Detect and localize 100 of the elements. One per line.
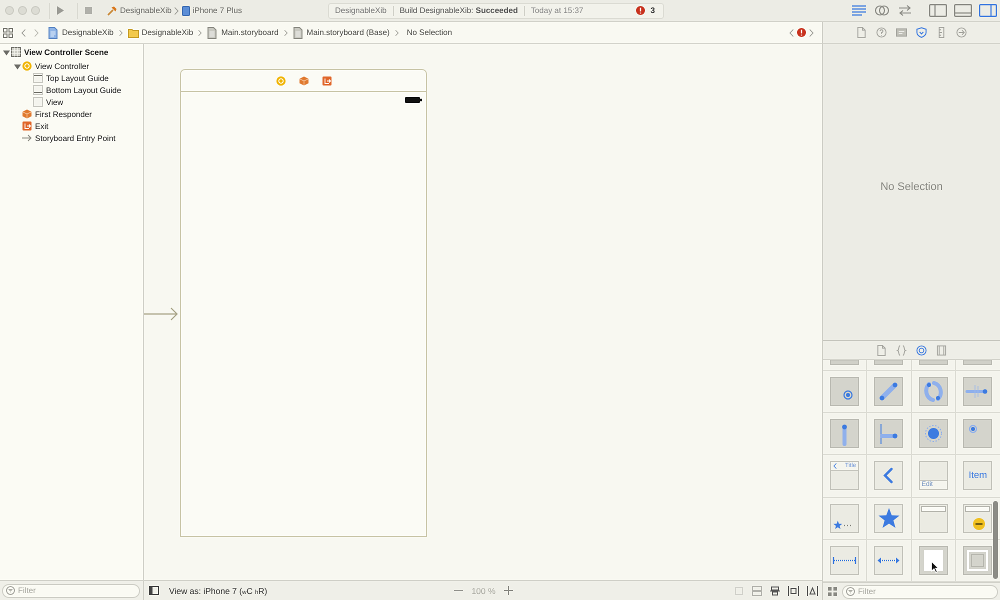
cube-icon <box>22 109 32 119</box>
tile-edge-icon[interactable] <box>874 360 904 365</box>
dotted-ring-dot-tile-icon[interactable] <box>918 419 948 448</box>
blank-panel-tile-icon[interactable] <box>918 546 948 575</box>
blueprint-document-icon <box>48 26 59 38</box>
grid-icon[interactable] <box>828 587 837 596</box>
empty-message: No Selection <box>880 181 943 193</box>
play-icon <box>57 6 64 15</box>
path-item[interactable]: DesignableXib <box>142 28 194 37</box>
lines-icon[interactable] <box>851 4 867 17</box>
sidebar-icon[interactable] <box>149 586 159 595</box>
dotted-square-icon <box>33 85 43 95</box>
battery-icon <box>405 97 422 103</box>
scrollbar-thumb[interactable] <box>993 501 998 579</box>
filter-icon <box>6 586 15 595</box>
left-pane-icon[interactable] <box>929 4 947 17</box>
tile-edge-icon[interactable] <box>918 360 948 365</box>
device-button[interactable]: iPhone 7 Plus <box>180 2 244 18</box>
filter-field[interactable]: Filter <box>2 584 140 598</box>
outline-item[interactable]: Storyboard Entry Point <box>35 134 116 142</box>
outline-item[interactable]: Bottom Layout Guide <box>46 86 122 94</box>
disclosure-triangle-icon[interactable] <box>14 62 21 70</box>
hammer-icon <box>107 6 117 16</box>
triangle-frame-icon[interactable] <box>807 586 818 596</box>
chevron-left-tile-icon[interactable] <box>874 461 904 490</box>
error-icon[interactable] <box>636 6 645 15</box>
double-arrow-tile-icon[interactable] <box>874 546 904 575</box>
chevron-right-icon[interactable] <box>34 28 39 36</box>
edge-drag-tile-icon[interactable] <box>874 419 904 448</box>
path-item[interactable]: Main.storyboard <box>221 28 279 37</box>
overlapping-circles-icon[interactable] <box>874 4 890 17</box>
entry-arrow-icon <box>144 307 179 321</box>
star-dots-tile-icon[interactable] <box>830 504 860 533</box>
right-pane-icon[interactable] <box>979 4 997 17</box>
dotted-square-icon <box>33 73 43 83</box>
chevron-left-icon[interactable] <box>21 28 26 36</box>
minimize-button[interactable] <box>18 6 27 15</box>
filter-icon <box>846 587 855 596</box>
outline-item[interactable]: Top Layout Guide <box>46 74 109 82</box>
drag-trail-tile-icon[interactable] <box>830 419 860 448</box>
disclosure-triangle-icon[interactable] <box>3 48 10 56</box>
align-icon[interactable] <box>770 586 780 596</box>
ring-dot-tile-icon[interactable] <box>830 377 860 406</box>
grid-square-icon <box>11 47 21 57</box>
top-bar-tile-icon[interactable] <box>918 504 948 533</box>
flexible-space-tile-icon[interactable] <box>830 546 860 575</box>
swipe-trail-tile-icon[interactable] <box>963 377 992 406</box>
outline-item[interactable]: View Controller <box>35 62 90 70</box>
chevron-right-icon[interactable] <box>809 28 814 36</box>
phone-icon <box>182 6 190 16</box>
view-as-label[interactable]: View as: iPhone 7 ($_{w}$C $_{h}$R) <box>169 586 268 596</box>
document-icon[interactable] <box>856 27 867 38</box>
tile-edge-icon[interactable] <box>963 360 992 365</box>
plus-icon[interactable] <box>504 586 513 595</box>
braces-icon[interactable] <box>896 344 907 356</box>
shield-icon[interactable] <box>916 27 927 38</box>
question-circle-icon[interactable] <box>876 27 887 38</box>
pin-icon[interactable] <box>788 586 799 596</box>
stop-icon <box>85 7 92 14</box>
chevron-right-icon <box>394 28 399 36</box>
zoom-button[interactable] <box>31 6 40 15</box>
tile-edge-icon[interactable] <box>830 360 860 365</box>
dotted-square-icon <box>33 97 43 107</box>
outline-item[interactable]: First Responder <box>35 110 92 118</box>
document-icon[interactable] <box>876 344 887 356</box>
scheme-button[interactable]: DesignableXib <box>105 2 174 18</box>
ruler-icon[interactable] <box>936 27 947 38</box>
bottom-pane-icon[interactable] <box>954 4 972 17</box>
id-card-icon[interactable] <box>896 27 907 38</box>
path-item[interactable]: DesignableXib <box>62 28 114 37</box>
path-item[interactable]: No Selection <box>406 28 452 37</box>
outline-item[interactable]: View <box>46 98 64 106</box>
bar-minus-badge-tile-icon[interactable] <box>963 504 992 533</box>
stack-icon[interactable] <box>752 586 762 596</box>
folder-icon <box>128 26 139 38</box>
linked-dots-tile-icon[interactable] <box>874 377 904 406</box>
document-icon <box>207 26 218 38</box>
circle-icon <box>22 61 32 71</box>
nested-frame-tile-icon[interactable] <box>963 546 992 575</box>
error-icon[interactable] <box>797 28 806 37</box>
item-label: Item <box>968 471 988 481</box>
chevron-right-icon <box>284 28 288 36</box>
chevron-left-icon[interactable] <box>789 28 794 36</box>
film-icon[interactable] <box>936 344 947 356</box>
close-button[interactable] <box>5 6 14 15</box>
swap-arrows-icon[interactable] <box>897 4 913 17</box>
star-tile-icon[interactable] <box>874 504 904 533</box>
path-item[interactable]: Main.storyboard (Base) <box>306 28 390 37</box>
filter-field[interactable]: Filter <box>842 584 998 598</box>
target-icon[interactable] <box>916 344 927 356</box>
outline-item[interactable]: View Controller Scene <box>24 48 108 56</box>
arrow-circle-icon[interactable] <box>956 27 967 38</box>
dotted-frame-icon[interactable] <box>734 586 744 596</box>
grid-icon[interactable] <box>3 28 13 38</box>
outline-item[interactable]: Exit <box>35 122 48 130</box>
issue-count[interactable]: 3 <box>650 6 655 15</box>
swirl-tile-icon[interactable] <box>918 377 948 406</box>
circle-icon <box>276 76 286 86</box>
small-ring-dot-tile-icon[interactable] <box>963 419 992 448</box>
build-time: Today at 15:37 <box>530 6 584 15</box>
